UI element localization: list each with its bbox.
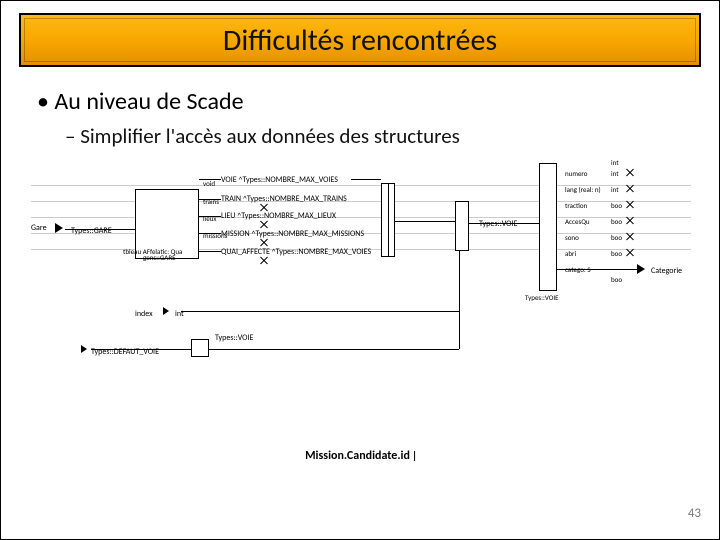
right-field-type-0: int — [611, 169, 619, 178]
bottom-chevron-icon — [81, 345, 87, 353]
mux-box — [455, 201, 469, 251]
center-field-label-0: void — [203, 179, 215, 188]
slide-title: Difficultés rencontrées — [223, 22, 497, 59]
cross-icon — [259, 219, 269, 229]
center-item-0: VOIE ^Types::NOMBRE_MAX_VOIES — [221, 175, 338, 185]
cross-icon — [259, 237, 269, 247]
cross-icon — [625, 215, 635, 225]
output-label: Categorie — [651, 266, 682, 276]
right-field-type-1: int — [611, 185, 619, 194]
right-structure-box — [539, 163, 557, 291]
center-item-1: TRAIN ^Types::NOMBRE_MAX_TRAINS — [221, 194, 347, 204]
right-field-name-0: numero — [565, 169, 587, 178]
bullet-level1: Au niveau de Scade — [37, 87, 244, 116]
right-field-name-4: sono — [565, 233, 579, 242]
right-bar-type-label: Types::VOIE — [525, 293, 559, 302]
right-field-type-6: boo — [611, 275, 622, 284]
title-band: Difficultés rencontrées — [19, 13, 701, 67]
gare-chevron-icon — [55, 223, 63, 233]
bottom-mux-box — [191, 339, 209, 357]
center-item-2: LIEU ^Types::NOMBRE_MAX_LIEUX — [221, 211, 336, 221]
left-field-1: tbleau AFfelatic: Qua — [123, 247, 182, 256]
right-field-type-4: boo — [611, 233, 622, 242]
cross-icon — [259, 255, 269, 265]
page-number: 43 — [688, 506, 701, 521]
right-field-name-3: AccesQu — [565, 217, 590, 226]
cross-icon — [625, 231, 635, 241]
bottom-mid-type: Types::VOIE — [215, 333, 253, 343]
diagram-caption: Mission.Candidate.id — [305, 449, 415, 463]
right-field-t-top: int — [611, 158, 619, 167]
index-chevron-icon — [163, 307, 169, 315]
cross-icon — [625, 167, 635, 177]
output-chevron-icon — [637, 264, 645, 274]
scade-diagram: Gare Types::GARE gens::GARE tbleau AFfel… — [31, 161, 691, 371]
center-item-4: QUAI_AFFECTE ^Types::NOMBRE_MAX_VOIES — [221, 247, 371, 257]
right-field-type-3: boo — [611, 217, 622, 226]
right-type-label: Types::VOIE — [479, 219, 517, 229]
center-item-3: MISSION ^Types::NOMBRE_MAX_MISSIONS — [221, 229, 364, 239]
cross-icon — [625, 183, 635, 193]
right-field-name-1: lang (real: n) — [565, 185, 601, 194]
right-field-name-5: abri — [565, 249, 576, 258]
index-label: index — [135, 309, 153, 319]
gare-input-label: Gare — [31, 223, 47, 233]
right-field-name-2: traction — [565, 201, 587, 210]
right-field-type-5: boo — [611, 249, 622, 258]
bullet-level2: Simplifier l'accès aux données des struc… — [65, 123, 460, 149]
cross-icon — [625, 247, 635, 257]
gare-type-label: Types::GARE — [71, 226, 112, 236]
cross-icon — [625, 199, 635, 209]
right-field-type-2: boo — [611, 201, 622, 210]
